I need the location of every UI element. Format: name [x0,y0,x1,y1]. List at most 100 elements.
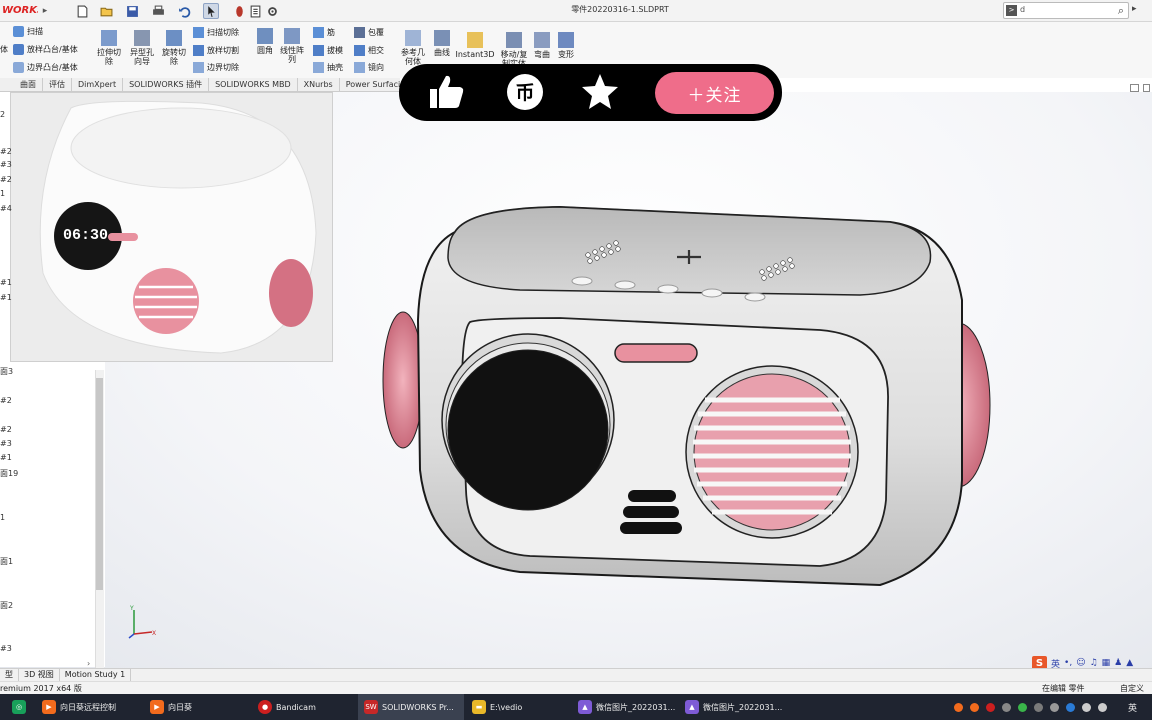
intersect-button[interactable]: 相交 [354,45,384,56]
tree-item[interactable]: #3 [0,644,12,653]
ime-punct-icon[interactable]: •, [1064,658,1072,668]
taskbar-app[interactable]: ▲ 微信图片_2022031... [679,694,785,720]
rib-button[interactable]: 筋 [313,27,335,38]
tray-sunflower-icon[interactable] [954,702,963,712]
ime-keyboard-icon[interactable]: ▦ [1102,658,1111,668]
tray-network-icon[interactable] [1082,702,1091,712]
tray-wechat-icon[interactable] [1018,702,1027,712]
options-gear-icon[interactable] [264,3,280,19]
open-folder-icon[interactable] [98,3,114,19]
taskbar-app[interactable]: ▬ E:\vedio [466,694,572,720]
tree-side-item[interactable]: #3 [0,160,12,169]
fillet-button[interactable]: 圆角 [254,28,276,55]
tab-xnurbs[interactable]: XNurbs [298,78,340,92]
ime-emoji-icon[interactable]: ☺ [1076,658,1085,668]
coin-icon[interactable]: 币 [504,71,546,113]
tree-side-item[interactable]: #4 [0,204,12,213]
sweep-boss-button[interactable]: 扫描 [13,26,43,37]
flex-button[interactable]: 弯曲 [531,32,553,59]
logo-menu-arrow-icon[interactable]: ▸ [38,0,52,22]
select-arrow-icon[interactable] [203,3,219,19]
follow-button[interactable]: ＋关注 [655,72,774,114]
tree-side-item[interactable]: #2 [0,175,12,184]
loft-boss-button[interactable]: 放样凸台/基体 [13,44,78,55]
tab-mbd[interactable]: SOLIDWORKS MBD [209,78,298,92]
tree-item[interactable]: 面2 [0,600,13,611]
linear-pattern-button[interactable]: 线性阵列 [278,28,306,64]
ime-mic-icon[interactable]: ♫ [1090,658,1098,668]
search-input[interactable]: d [1020,5,1025,14]
tray-sunflower-icon[interactable] [970,702,979,712]
tab-dimxpert[interactable]: DimXpert [72,78,124,92]
tree-side-item[interactable]: 1 [0,189,5,198]
tab-addins[interactable]: SOLIDWORKS 插件 [123,78,210,92]
tree-item[interactable]: #3 [0,439,12,448]
tab-3d-views[interactable]: 3D 视图 [19,669,60,681]
tree-item[interactable]: #1 [0,453,12,462]
print-icon[interactable] [150,3,166,19]
taskbar-app[interactable]: ● Bandicam [252,694,356,720]
tab-surfaces[interactable]: 曲面 [0,78,43,92]
star-icon[interactable] [579,71,621,113]
start-button[interactable]: ◎ [6,694,34,720]
taskbar-app[interactable]: ▲ 微信图片_2022031... [572,694,678,720]
instant3d-button[interactable]: Instant3D [455,32,495,59]
taskbar-app[interactable]: SW SOLIDWORKS Pr... [358,694,464,720]
tree-side-item[interactable]: 2 [0,110,5,119]
save-icon[interactable] [124,3,140,19]
ime-user-icon[interactable]: ♟ [1114,658,1122,668]
tab-model[interactable]: 型 [0,669,19,681]
tab-motion-study[interactable]: Motion Study 1 [60,669,132,681]
tree-item[interactable]: #2 [0,425,12,434]
viewport-maximize-icon[interactable] [1143,84,1150,92]
tray-language[interactable]: 英 [1128,701,1137,714]
ime-shirt-icon[interactable]: ▲ [1126,658,1133,668]
search-box[interactable]: > d ⌕ [1003,2,1129,19]
tray-bluetooth-icon[interactable] [1066,702,1075,712]
solidworks-logo[interactable]: WORKS [0,3,38,19]
rebuild-icon[interactable] [231,3,247,19]
tree-item[interactable]: 面1 [0,556,13,567]
taskbar-app[interactable]: ▶ 向日葵远程控制 [36,694,144,720]
tray-app-icon[interactable] [1050,702,1059,712]
tab-evaluate[interactable]: 评估 [43,78,72,92]
tray-app-icon[interactable] [1034,702,1043,712]
shell-button[interactable]: 抽壳 [313,62,343,73]
reference-geometry-button[interactable]: 参考几何体 [398,30,428,66]
draft-button[interactable]: 拔模 [313,45,343,56]
search-dropdown-icon[interactable]: ▸ [1132,4,1137,14]
hole-wizard-button[interactable]: 异型孔向导 [127,30,157,66]
boundary-boss-button[interactable]: 边界凸台/基体 [13,62,78,73]
extruded-cut-button[interactable]: 拉伸切除 [95,30,123,66]
tree-item[interactable]: 面19 [0,468,18,479]
tray-bandicam-icon[interactable] [986,702,995,712]
tree-side-item[interactable]: #2 [0,147,12,156]
lofted-cut-button[interactable]: 放样切割 [193,45,239,56]
tree-scroll-thumb[interactable] [96,378,103,590]
tree-side-item[interactable]: #1 [0,293,12,302]
undo-icon[interactable] [176,3,192,19]
wrap-button[interactable]: 包覆 [354,27,384,38]
move-copy-body-button[interactable]: 移动/复制实体 [499,32,529,68]
status-custom[interactable]: 自定义 [1120,683,1144,694]
taskbar-app[interactable]: ▶ 向日葵 [144,694,252,720]
file-properties-icon[interactable] [247,3,263,19]
speaker-3d-model[interactable] [370,195,1000,595]
tray-app-icon[interactable] [1002,702,1011,712]
thumbs-up-icon[interactable] [425,71,467,113]
curves-button[interactable]: 曲线 [431,30,453,57]
revolved-cut-button[interactable]: 旋转切除 [160,30,188,66]
tree-item[interactable]: #2 [0,396,12,405]
viewport-restore-icon[interactable] [1130,84,1139,92]
deform-button[interactable]: 变形 [555,32,577,59]
new-document-icon[interactable] [74,3,90,19]
boundary-cut-button[interactable]: 边界切除 [193,62,239,73]
tree-scroll-arrow-icon[interactable]: › [87,659,90,668]
tray-volume-icon[interactable] [1098,702,1107,712]
tree-item[interactable]: 1 [0,513,5,522]
swept-cut-button[interactable]: 扫描切除 [193,27,239,38]
mirror-button[interactable]: 镜向 [354,62,384,73]
tree-item[interactable]: 面3 [0,366,13,377]
search-icon[interactable]: ⌕ [1118,4,1124,18]
tree-side-item[interactable]: #1 [0,278,12,287]
